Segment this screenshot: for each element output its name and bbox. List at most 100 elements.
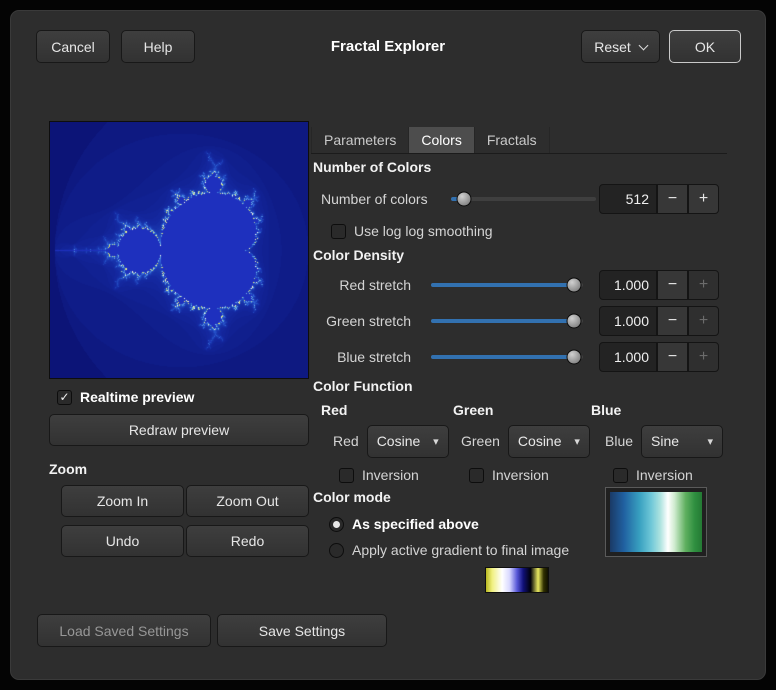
slider-handle[interactable] — [566, 350, 581, 365]
log-smoothing-checkbox[interactable] — [331, 224, 346, 239]
slider-track — [431, 319, 583, 323]
green-stretch-label: Green stretch — [311, 313, 411, 329]
log-smoothing-label: Use log log smoothing — [354, 223, 493, 239]
green-stretch-increase-button: + — [688, 306, 719, 336]
red-inversion-label: Inversion — [362, 467, 419, 483]
active-gradient-preview — [605, 487, 707, 557]
red-stretch-label: Red stretch — [311, 277, 411, 293]
redo-button[interactable]: Redo — [186, 525, 309, 557]
red-inversion-row: Inversion — [339, 466, 419, 484]
realtime-preview-label: Realtime preview — [80, 389, 194, 405]
blue-column-header: Blue — [591, 402, 621, 418]
number-of-colors-value[interactable]: 512 — [599, 184, 657, 214]
red-function-dropdown[interactable]: Cosine ▾ — [367, 425, 449, 458]
blue-stretch-increase-button: + — [688, 342, 719, 372]
apply-gradient-radio[interactable] — [329, 543, 344, 558]
fractal-preview[interactable] — [49, 121, 309, 379]
reset-label: Reset — [594, 39, 631, 55]
red-stretch-increase-button: + — [688, 270, 719, 300]
green-column-header: Green — [453, 402, 493, 418]
color-mode-header: Color mode — [313, 489, 391, 505]
red-function-label: Red — [333, 433, 359, 449]
red-stretch-decrease-button[interactable]: − — [657, 270, 688, 300]
slider-track — [431, 283, 583, 287]
realtime-preview-checkbox[interactable]: ✓ — [57, 390, 72, 405]
chevron-down-icon: ▾ — [708, 435, 714, 448]
number-of-colors-label: Number of colors — [321, 191, 428, 207]
dropdown-value: Cosine — [377, 433, 421, 449]
color-function-header: Color Function — [313, 378, 413, 394]
gradient-select-button[interactable] — [485, 567, 549, 593]
red-function-group: Red Cosine ▾ — [333, 424, 449, 458]
red-stretch-value[interactable]: 1.000 — [599, 270, 657, 300]
zoom-in-button[interactable]: Zoom In — [61, 485, 184, 517]
chevron-down-icon — [638, 40, 648, 50]
save-settings-button[interactable]: Save Settings — [217, 614, 387, 647]
tab-bar: Parameters Colors Fractals — [311, 127, 727, 154]
blue-inversion-label: Inversion — [636, 467, 693, 483]
slider-handle[interactable] — [566, 314, 581, 329]
log-smoothing-row: Use log log smoothing — [331, 222, 493, 240]
slider-handle[interactable] — [457, 192, 472, 207]
as-specified-label: As specified above — [352, 516, 479, 532]
blue-stretch-decrease-button[interactable]: − — [657, 342, 688, 372]
apply-gradient-label: Apply active gradient to final image — [352, 542, 569, 558]
green-function-group: Green Cosine ▾ — [461, 424, 590, 458]
slider-handle[interactable] — [566, 278, 581, 293]
apply-gradient-row: Apply active gradient to final image — [329, 541, 569, 559]
green-inversion-row: Inversion — [469, 466, 549, 484]
ok-button[interactable]: OK — [669, 30, 741, 63]
check-icon: ✓ — [59, 391, 69, 403]
screen: Cancel Help Fractal Explorer Reset OK ✓ … — [0, 0, 776, 690]
chevron-down-icon: ▾ — [574, 435, 580, 448]
tab-parameters[interactable]: Parameters — [311, 127, 409, 153]
tab-fractals[interactable]: Fractals — [475, 127, 550, 153]
redraw-preview-button[interactable]: Redraw preview — [49, 414, 309, 446]
blue-function-label: Blue — [605, 433, 633, 449]
slider-track — [451, 197, 596, 201]
load-saved-settings-button[interactable]: Load Saved Settings — [37, 614, 211, 647]
blue-inversion-checkbox[interactable] — [613, 468, 628, 483]
blue-stretch-row: Blue stretch 1.000 − + — [311, 341, 727, 373]
dropdown-value: Sine — [651, 433, 679, 449]
blue-function-dropdown[interactable]: Sine ▾ — [641, 425, 723, 458]
red-inversion-checkbox[interactable] — [339, 468, 354, 483]
number-of-colors-row: Number of colors 512 − + — [311, 183, 727, 215]
red-column-header: Red — [321, 402, 347, 418]
red-stretch-slider[interactable] — [431, 269, 583, 301]
tab-colors[interactable]: Colors — [409, 127, 474, 153]
blue-stretch-slider[interactable] — [431, 341, 583, 373]
green-function-dropdown[interactable]: Cosine ▾ — [508, 425, 590, 458]
slider-fill — [431, 283, 574, 287]
green-stretch-value[interactable]: 1.000 — [599, 306, 657, 336]
number-of-colors-slider[interactable] — [451, 183, 596, 215]
gradient-swatch — [610, 492, 702, 552]
blue-function-group: Blue Sine ▾ — [605, 424, 723, 458]
blue-inversion-row: Inversion — [613, 466, 693, 484]
slider-fill — [431, 319, 574, 323]
green-inversion-checkbox[interactable] — [469, 468, 484, 483]
color-density-header: Color Density — [313, 247, 404, 263]
green-stretch-decrease-button[interactable]: − — [657, 306, 688, 336]
blue-stretch-label: Blue stretch — [311, 349, 411, 365]
chevron-down-icon: ▾ — [433, 435, 439, 448]
realtime-preview-row: ✓ Realtime preview — [57, 388, 194, 406]
number-of-colors-header: Number of Colors — [313, 159, 431, 175]
zoom-header: Zoom — [49, 461, 87, 477]
red-stretch-row: Red stretch 1.000 − + — [311, 269, 727, 301]
undo-button[interactable]: Undo — [61, 525, 184, 557]
number-of-colors-decrease-button[interactable]: − — [657, 184, 688, 214]
green-stretch-slider[interactable] — [431, 305, 583, 337]
fractal-preview-canvas[interactable] — [50, 122, 308, 378]
fractal-explorer-dialog: Cancel Help Fractal Explorer Reset OK ✓ … — [10, 10, 766, 680]
number-of-colors-increase-button[interactable]: + — [688, 184, 719, 214]
green-stretch-row: Green stretch 1.000 − + — [311, 305, 727, 337]
blue-stretch-value[interactable]: 1.000 — [599, 342, 657, 372]
as-specified-radio[interactable] — [329, 517, 344, 532]
zoom-out-button[interactable]: Zoom Out — [186, 485, 309, 517]
green-function-label: Green — [461, 433, 500, 449]
dropdown-value: Cosine — [518, 433, 562, 449]
reset-button[interactable]: Reset — [581, 30, 660, 63]
green-inversion-label: Inversion — [492, 467, 549, 483]
radio-dot — [333, 521, 340, 528]
